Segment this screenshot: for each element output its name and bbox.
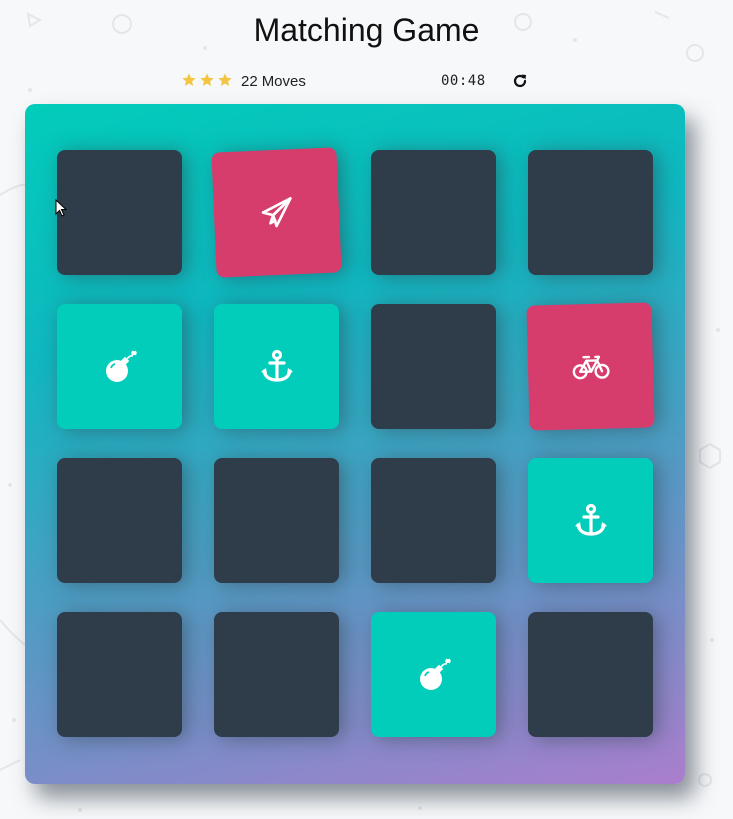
card-10[interactable]: [214, 458, 339, 583]
card-4[interactable]: [528, 150, 653, 275]
card-9[interactable]: [57, 458, 182, 583]
card-15[interactable]: [371, 612, 496, 737]
moves-counter: 22 Moves: [241, 73, 310, 90]
card-12[interactable]: [528, 458, 653, 583]
moves-count: 22: [241, 73, 258, 90]
mouse-cursor: [55, 199, 67, 217]
page-title: Matching Game: [253, 12, 480, 48]
card-13[interactable]: [57, 612, 182, 737]
card-1[interactable]: [57, 150, 182, 275]
star-icon: [182, 73, 196, 86]
restart-button[interactable]: [512, 73, 528, 89]
card-7[interactable]: [371, 304, 496, 429]
redo-icon: [513, 74, 527, 88]
bomb-icon: [414, 655, 454, 695]
card-5[interactable]: [57, 304, 182, 429]
card-6[interactable]: [214, 304, 339, 429]
card-14[interactable]: [214, 612, 339, 737]
moves-label: Moves: [261, 73, 306, 90]
card-8[interactable]: [526, 302, 655, 431]
star-icon: [200, 73, 214, 86]
bomb-icon: [100, 347, 140, 387]
card-2[interactable]: [211, 147, 342, 278]
paper-plane-icon: [256, 192, 298, 234]
card-11[interactable]: [371, 458, 496, 583]
timer: 00:48: [441, 73, 486, 89]
card-16[interactable]: [528, 612, 653, 737]
star-icon: [218, 73, 232, 86]
star-rating: [181, 72, 233, 88]
anchor-icon: [571, 501, 611, 541]
card-deck: [25, 104, 685, 784]
card-3[interactable]: [371, 150, 496, 275]
bicycle-icon: [570, 346, 611, 387]
anchor-icon: [257, 347, 297, 387]
score-panel: 22 Moves 00:48: [0, 72, 733, 94]
